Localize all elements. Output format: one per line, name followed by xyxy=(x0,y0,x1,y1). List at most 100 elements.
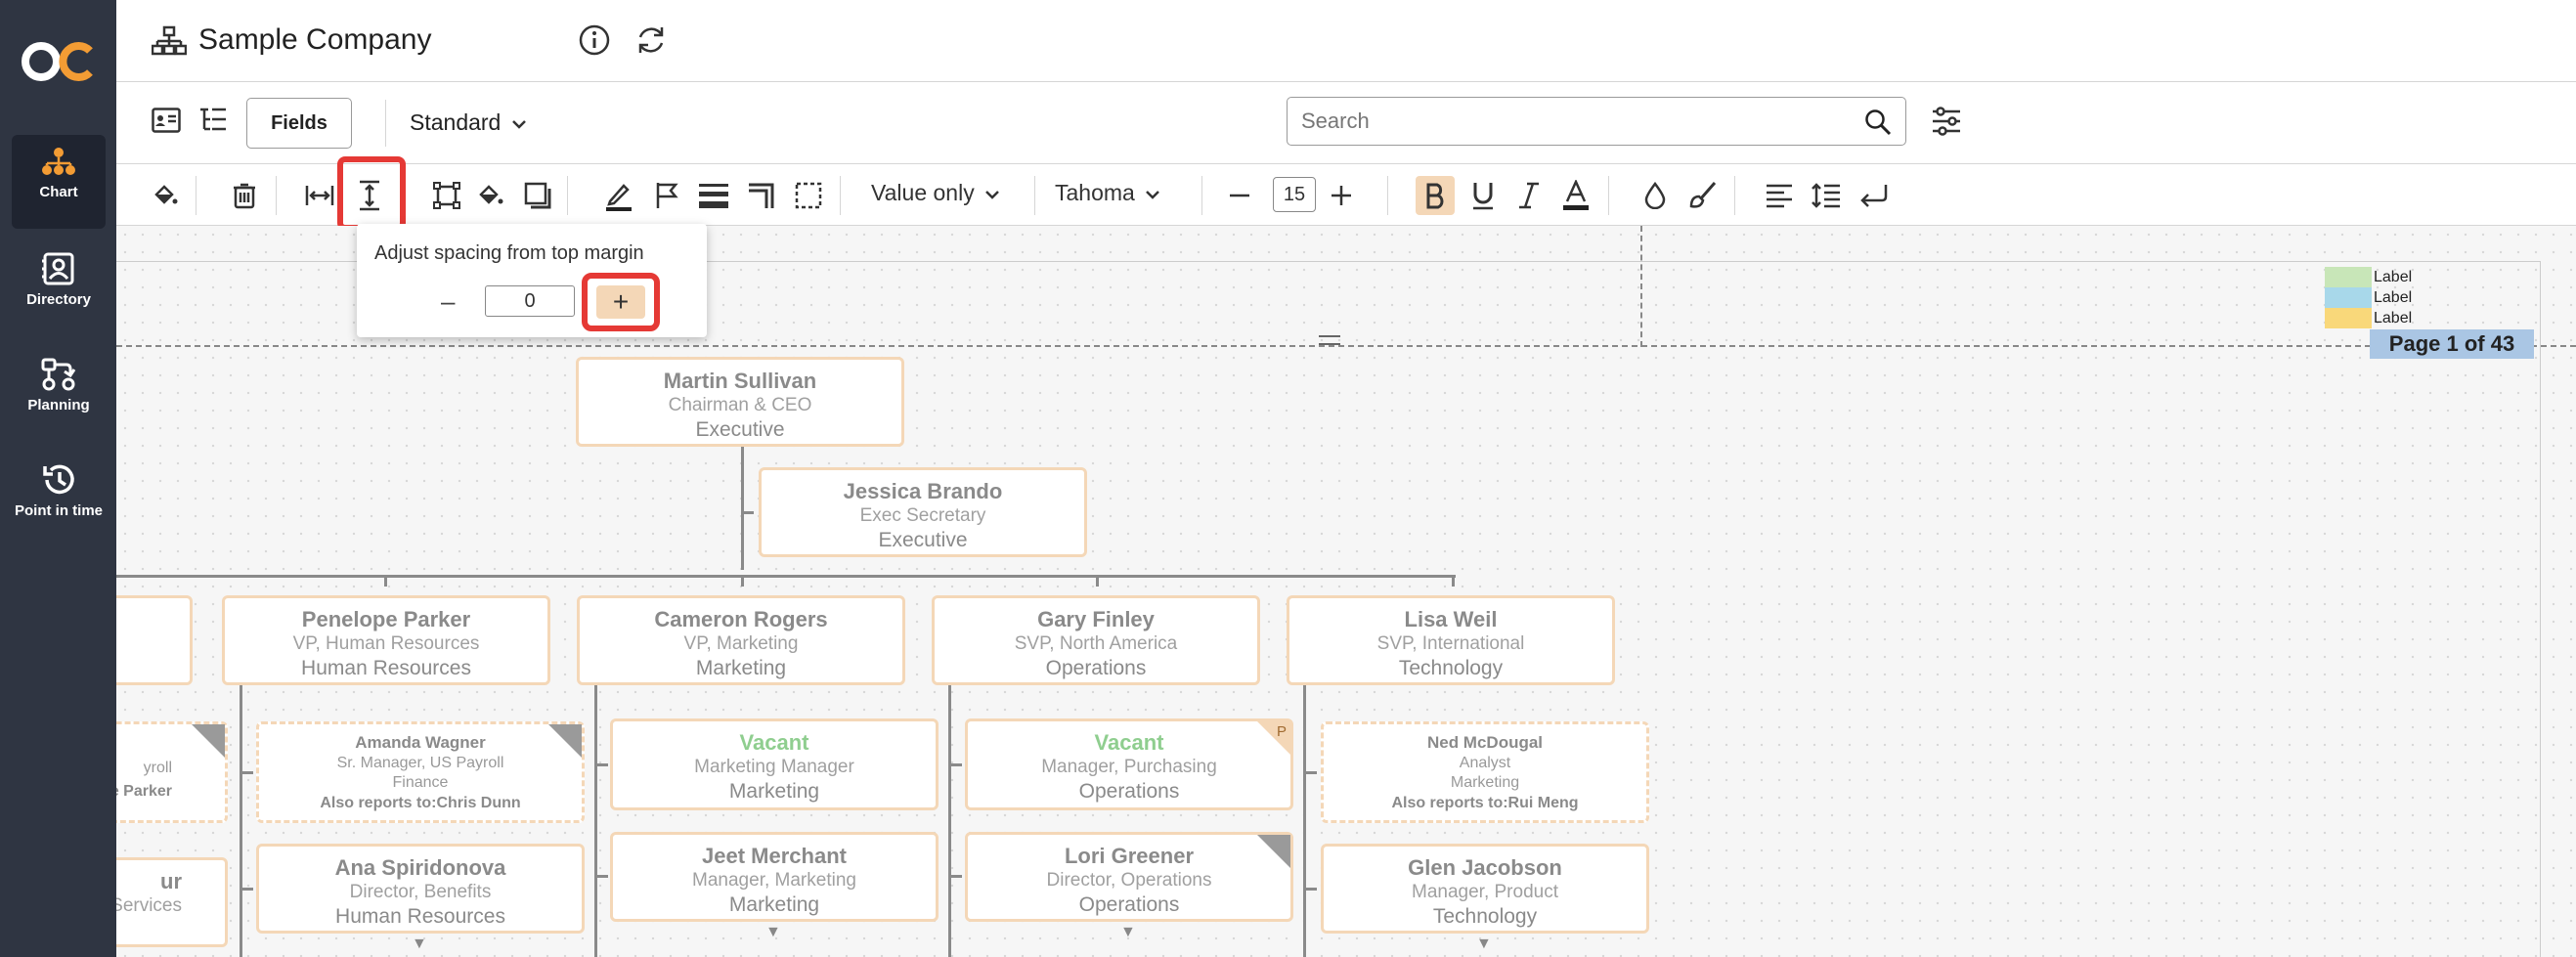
org-box-ned-mcdougal[interactable]: Ned McDougal Analyst Marketing Also repo… xyxy=(1321,721,1649,823)
connector-line xyxy=(594,763,608,766)
org-box-ceo[interactable]: Martin Sullivan Chairman & CEO Executive xyxy=(576,357,904,447)
transparency-icon[interactable] xyxy=(1637,178,1673,213)
org-box-partial[interactable]: yroll pe Parker xyxy=(116,721,228,823)
person-name: Gary Finley xyxy=(1037,607,1155,631)
sidebar-item-directory[interactable]: Directory xyxy=(12,240,106,334)
fields-button[interactable]: Fields xyxy=(246,98,352,149)
fill-color-icon[interactable] xyxy=(148,178,183,213)
line-spacing-icon[interactable] xyxy=(1809,178,1844,213)
planning-icon xyxy=(41,358,76,391)
border-style-icon[interactable] xyxy=(791,178,826,213)
person-title: Director, Operations xyxy=(1046,870,1212,891)
org-box-level2[interactable] xyxy=(116,595,193,685)
connector-line xyxy=(240,888,253,891)
person-title: Director, Benefits xyxy=(349,882,492,902)
connector-line xyxy=(1303,680,1306,957)
page-title: Sample Company xyxy=(198,23,432,56)
vertical-spacing-icon[interactable] xyxy=(352,178,387,213)
person-name: Vacant xyxy=(1094,730,1164,755)
org-box-level2[interactable]: Lisa Weil SVP, International Technology xyxy=(1287,595,1615,685)
font-size-input[interactable]: 15 xyxy=(1273,177,1316,212)
also-reports-to: pe Parker xyxy=(116,783,172,800)
connector-line xyxy=(741,511,754,514)
refresh-icon[interactable] xyxy=(634,23,668,57)
org-box-glen-jacobson[interactable]: Glen Jacobson Manager, Product Technolog… xyxy=(1321,844,1649,934)
bold-icon[interactable] xyxy=(1416,176,1455,215)
legend-label: Label xyxy=(2374,309,2413,326)
align-left-icon[interactable] xyxy=(1762,178,1797,213)
margin-drag-handle[interactable] xyxy=(1319,335,1340,345)
org-box-vacant-operations[interactable]: Vacant Manager, Purchasing Operations P xyxy=(965,718,1293,810)
filter-settings-icon[interactable] xyxy=(1931,106,1962,137)
connector-line xyxy=(948,763,962,766)
delete-icon[interactable] xyxy=(227,178,262,213)
expand-arrow-icon[interactable]: ▼ xyxy=(1120,924,1136,941)
person-dept: Finance xyxy=(392,774,449,791)
sidebar-item-label: Point in time xyxy=(15,502,103,519)
expand-arrow-icon[interactable]: ▼ xyxy=(1476,935,1492,953)
app-logo[interactable] xyxy=(22,39,96,84)
sidebar-item-chart[interactable]: Chart xyxy=(12,135,106,229)
legend-swatch xyxy=(2325,267,2372,287)
line-color-icon[interactable] xyxy=(601,178,636,213)
box-fill-icon[interactable] xyxy=(473,178,508,213)
person-name: ur xyxy=(160,869,182,893)
info-icon[interactable] xyxy=(578,23,611,57)
person-title: Services xyxy=(116,895,182,916)
font-family-value: Tahoma xyxy=(1055,180,1135,205)
format-painter-icon[interactable] xyxy=(1684,178,1720,213)
shadow-icon[interactable] xyxy=(520,178,555,213)
legend-item: Label xyxy=(2325,287,2412,308)
flag-icon[interactable] xyxy=(649,178,684,213)
legend-label: Label xyxy=(2374,268,2413,285)
search-input[interactable] xyxy=(1301,109,1849,134)
corner-style-icon[interactable] xyxy=(744,178,779,213)
corner-badge-icon xyxy=(548,724,582,758)
org-box-amanda-wagner[interactable]: Amanda Wagner Sr. Manager, US Payroll Fi… xyxy=(256,721,585,823)
org-chart-icon xyxy=(152,25,187,56)
search-icon[interactable] xyxy=(1864,109,1892,136)
search-box[interactable] xyxy=(1287,97,1906,146)
org-box-level2[interactable]: Penelope Parker VP, Human Resources Huma… xyxy=(222,595,550,685)
person-dept: Technology xyxy=(1398,657,1504,679)
person-name: Ana Spiridonova xyxy=(334,855,506,880)
person-name: Vacant xyxy=(739,730,809,755)
org-box-level2[interactable]: Gary Finley SVP, North America Operation… xyxy=(932,595,1260,685)
font-size-decrease-icon[interactable] xyxy=(1222,178,1257,213)
org-box-partial[interactable]: ur Services xyxy=(116,857,228,947)
value-mode-select[interactable]: Value only xyxy=(871,180,1000,206)
person-name: Amanda Wagner xyxy=(355,733,486,752)
person-title: Manager, Marketing xyxy=(692,870,856,891)
sidebar-item-planning[interactable]: Planning xyxy=(12,346,106,440)
wrap-text-icon[interactable] xyxy=(1856,178,1891,213)
box-size-icon[interactable] xyxy=(429,178,464,213)
connector-line xyxy=(116,575,1456,578)
connector-line xyxy=(240,680,242,957)
underline-icon[interactable] xyxy=(1465,178,1501,213)
tree-view-icon[interactable] xyxy=(198,108,228,133)
card-view-icon[interactable] xyxy=(152,108,181,133)
connector-line xyxy=(948,875,962,878)
horizontal-spacing-icon[interactable] xyxy=(302,178,337,213)
font-size-increase-icon[interactable] xyxy=(1324,178,1359,213)
expand-arrow-icon[interactable]: ▼ xyxy=(412,935,427,953)
org-box-lori-greener[interactable]: Lori Greener Director, Operations Operat… xyxy=(965,832,1293,922)
italic-icon[interactable] xyxy=(1511,178,1547,213)
org-box-level2[interactable]: Cameron Rogers VP, Marketing Marketing xyxy=(577,595,905,685)
sidebar-item-point-in-time[interactable]: Point in time xyxy=(12,452,106,545)
person-dept: Human Resources xyxy=(335,905,505,928)
org-box-vacant-marketing[interactable]: Vacant Marketing Manager Marketing xyxy=(610,718,939,810)
increase-spacing-button[interactable]: + xyxy=(582,273,660,331)
font-color-icon[interactable] xyxy=(1558,178,1594,213)
org-box-ana-spiridonova[interactable]: Ana Spiridonova Director, Benefits Human… xyxy=(256,844,585,934)
decrease-spacing-button[interactable]: – xyxy=(441,286,455,317)
expand-arrow-icon[interactable]: ▼ xyxy=(765,924,781,941)
font-family-select[interactable]: Tahoma xyxy=(1055,180,1160,206)
spacing-value-input[interactable]: 0 xyxy=(485,285,575,317)
line-weight-icon[interactable] xyxy=(696,178,731,213)
person-name: Jessica Brando xyxy=(843,479,1003,503)
org-box-assistant[interactable]: Jessica Brando Exec Secretary Executive xyxy=(759,467,1087,557)
legend: Label Label Label xyxy=(2325,267,2412,328)
org-box-jeet-merchant[interactable]: Jeet Merchant Manager, Marketing Marketi… xyxy=(610,832,939,922)
layout-select[interactable]: Standard xyxy=(410,109,527,136)
